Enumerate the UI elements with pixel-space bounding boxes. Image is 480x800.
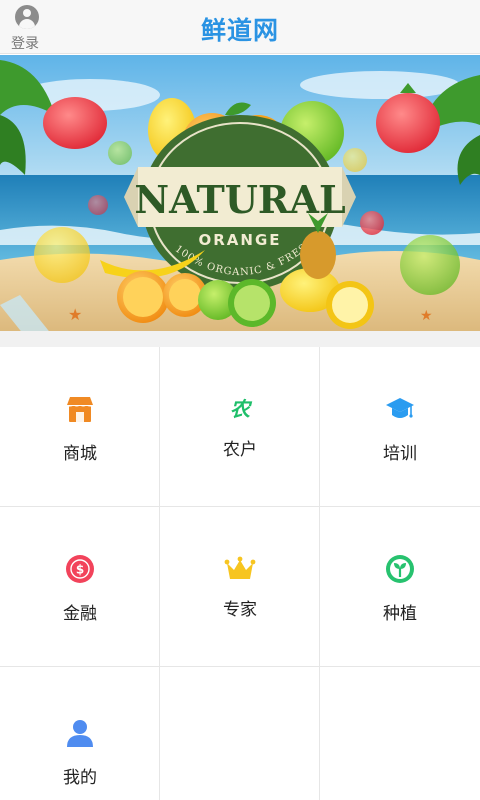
menu-item-label: 金融 — [63, 604, 97, 624]
menu-item-mall[interactable]: 商城 — [0, 347, 160, 507]
graduation-cap-icon — [386, 398, 414, 418]
menu-item-label: 商城 — [63, 444, 97, 464]
menu-item-expert[interactable]: 专家 — [160, 507, 320, 667]
dollar-coin-icon: $ — [66, 555, 94, 583]
svg-text:农: 农 — [230, 397, 253, 421]
menu-item-label: 种植 — [383, 604, 417, 624]
menu-item-training[interactable]: 培训 — [320, 347, 480, 507]
section-divider — [0, 331, 480, 347]
shop-icon — [67, 397, 93, 422]
menu-item-label: 我的 — [63, 768, 97, 788]
svg-text:$: $ — [76, 563, 84, 577]
menu-item-mine[interactable]: 我的 — [0, 667, 160, 800]
banner-headline: NATURAL — [134, 177, 345, 222]
menu-item-label: 培训 — [383, 444, 417, 464]
app-title: 鲜道网 — [200, 16, 279, 45]
menu-item-farmer[interactable]: 农 农户 — [160, 347, 320, 507]
banner-subline: ORANGE — [198, 231, 281, 249]
sprout-icon — [386, 555, 414, 583]
farmer-icon: 农 — [230, 397, 253, 421]
menu-item-planting[interactable]: 种植 — [320, 507, 480, 667]
crown-icon — [224, 556, 256, 579]
svg-text:★: ★ — [68, 305, 82, 324]
user-icon — [67, 720, 93, 747]
menu-item-label: 专家 — [223, 600, 257, 620]
banner-image: NATURAL ORANGE 100% ORGANIC & FRESH ★ ★ — [0, 55, 480, 331]
header-bar: 登录 鲜道网 — [0, 0, 480, 54]
empty-grid-cell — [160, 667, 320, 800]
menu-item-finance[interactable]: $ 金融 — [0, 507, 160, 667]
menu-item-label: 农户 — [223, 440, 257, 460]
menu-grid: 商城 农 农户 培训 $ 金融 专家 种植 我的 — [0, 347, 480, 800]
empty-grid-cell — [320, 667, 480, 800]
promo-banner[interactable]: NATURAL ORANGE 100% ORGANIC & FRESH ★ ★ — [0, 55, 480, 331]
svg-text:★: ★ — [420, 308, 433, 324]
